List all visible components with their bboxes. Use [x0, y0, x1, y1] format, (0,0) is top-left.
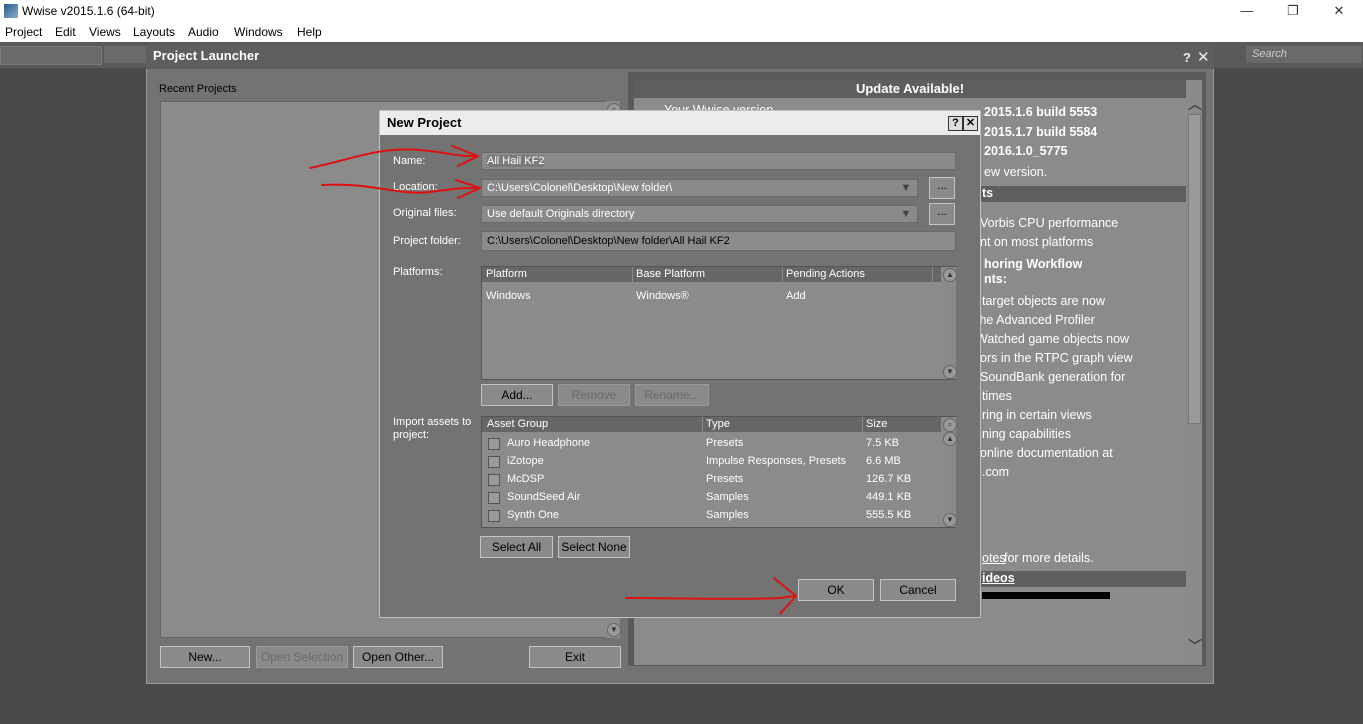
annotation-arrow-location [321, 179, 481, 199]
annotation-arrow-name [309, 145, 479, 169]
annotation-arrows [309, 145, 797, 615]
annotation-arrow-ok [625, 577, 797, 615]
